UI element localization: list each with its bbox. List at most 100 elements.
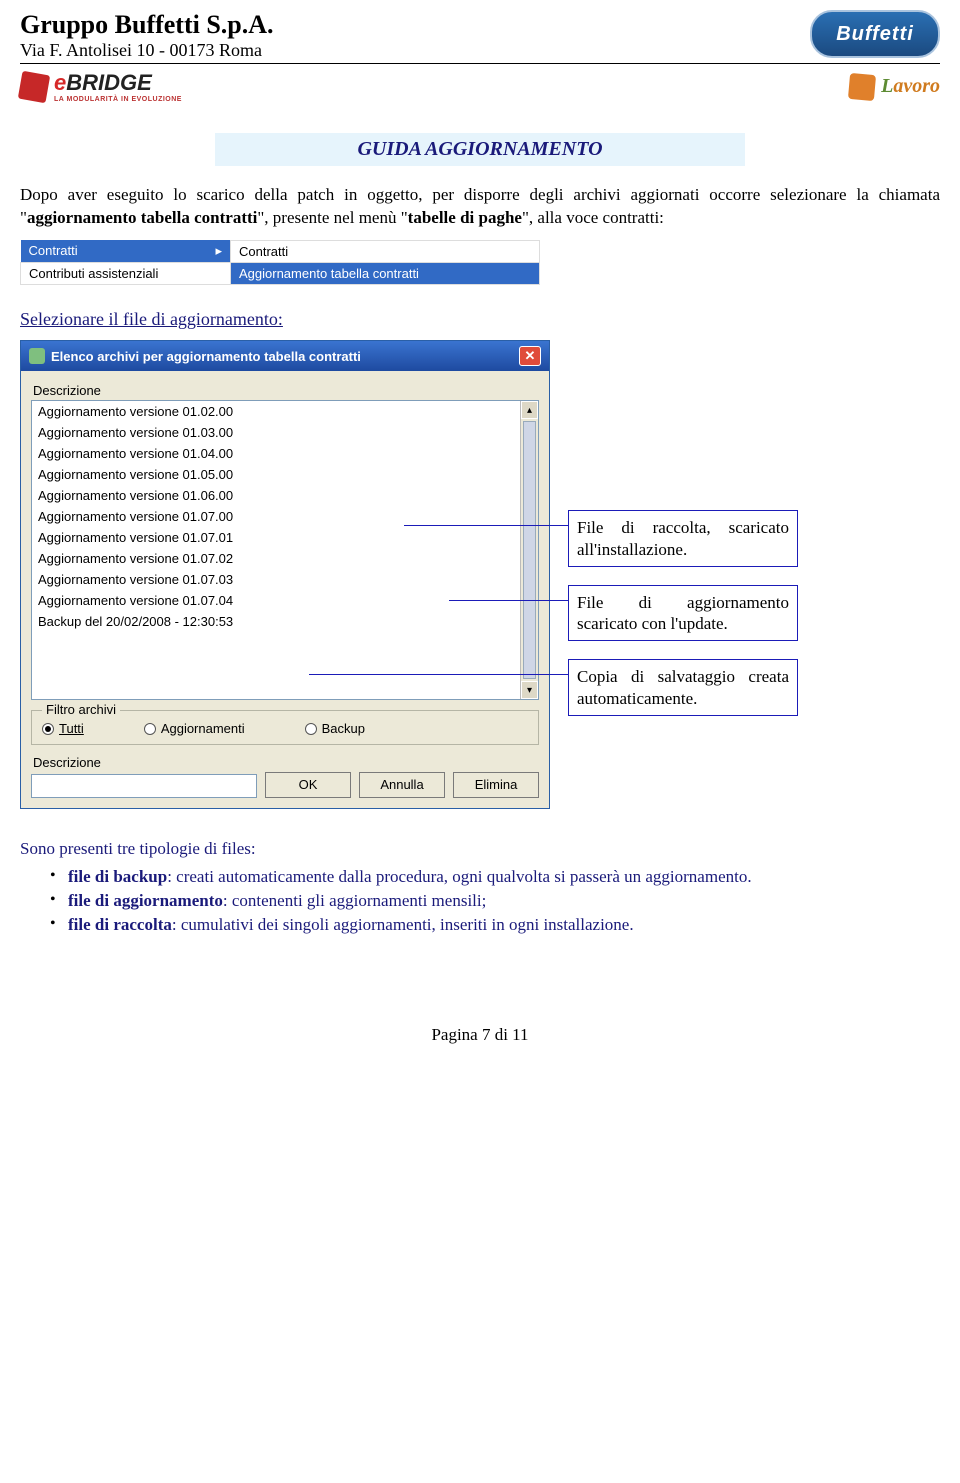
callout-line <box>404 525 569 526</box>
radio-tutti-text: Tutti <box>59 721 84 736</box>
ebridge-bridge: BRIDGE <box>66 70 152 95</box>
callout2-text: File di aggiornamento scaricato con l'up… <box>577 593 789 633</box>
scrollbar[interactable]: ▴ ▾ <box>520 401 538 699</box>
radio-row: Tutti Aggiornamenti Backup <box>42 721 528 736</box>
header-rule <box>20 63 940 64</box>
list-item[interactable]: Aggiornamento versione 01.02.00 <box>32 401 520 422</box>
intro-bold2: tabelle di paghe <box>408 208 522 227</box>
callout-line <box>449 600 569 601</box>
callout-aggiornamento: File di aggiornamento scaricato con l'up… <box>568 585 798 642</box>
descrizione-label: Descrizione <box>33 383 539 398</box>
descrizione-input[interactable] <box>31 774 257 798</box>
group-legend: Filtro archivi <box>42 702 120 717</box>
close-button[interactable]: ✕ <box>519 346 541 366</box>
submenu-arrow-icon: ▸ <box>215 243 222 259</box>
window-and-callouts-row: Elenco archivi per aggiornamento tabella… <box>20 340 940 809</box>
menu-right1-label: Contratti <box>239 244 288 259</box>
list-item[interactable]: Aggiornamento versione 01.05.00 <box>32 464 520 485</box>
lavoro-rest: avoro <box>893 75 940 97</box>
list-item: file di aggiornamento: contenenti gli ag… <box>50 891 940 911</box>
listbox-items: Aggiornamento versione 01.02.00 Aggiorna… <box>32 401 520 699</box>
filtro-archivi-group: Filtro archivi Tutti Aggiornamenti Backu… <box>31 710 539 745</box>
radio-backup-label: Backup <box>322 721 365 736</box>
lavoro-l: L <box>881 75 893 97</box>
ok-button[interactable]: OK <box>265 772 351 798</box>
company-address: Via F. Antolisei 10 - 00173 Roma <box>20 40 274 61</box>
titlebar-left: Elenco archivi per aggiornamento tabella… <box>29 348 361 364</box>
menu-left2-label: Contributi assistenziali <box>29 266 158 281</box>
radio-tutti-label: Tutti <box>59 721 84 736</box>
list-item[interactable]: Aggiornamento versione 01.07.03 <box>32 569 520 590</box>
scroll-thumb[interactable] <box>523 421 536 679</box>
logos-row: eBRIDGE LA MODULARITÀ IN EVOLUZIONE Lavo… <box>20 70 940 103</box>
callout1-text: File di raccolta, scaricato all'installa… <box>577 518 789 558</box>
menu-right-contratti[interactable]: Contratti <box>231 240 540 263</box>
delete-button[interactable]: Elimina <box>453 772 539 798</box>
window-title: Elenco archivi per aggiornamento tabella… <box>51 349 361 364</box>
close-icon: ✕ <box>525 348 536 364</box>
file-types-list: file di backup: creati automaticamente d… <box>20 867 940 935</box>
list-item: file di raccolta: cumulativi dei singoli… <box>50 915 940 935</box>
b2-bold: file di aggiornamento <box>68 891 223 910</box>
intro-mid2: ", alla voce contratti: <box>522 208 664 227</box>
ebridge-logo: eBRIDGE LA MODULARITÀ IN EVOLUZIONE <box>20 70 182 103</box>
menu-right2-label: Aggiornamento tabella contratti <box>239 266 419 281</box>
ebridge-sub: LA MODULARITÀ IN EVOLUZIONE <box>54 96 182 103</box>
intro-paragraph: Dopo aver eseguito lo scarico della patc… <box>20 184 940 230</box>
buffetti-logo: Buffetti <box>810 10 940 58</box>
radio-dot-icon <box>144 723 156 735</box>
list-item[interactable]: Backup del 20/02/2008 - 12:30:53 <box>32 611 520 632</box>
intro-mid1: ", presente nel menù " <box>257 208 407 227</box>
cancel-button-label: Annulla <box>380 777 423 792</box>
callouts-column: File di raccolta, scaricato all'installa… <box>568 510 798 716</box>
buffetti-logo-text: Buffetti <box>836 23 914 46</box>
radio-dot-icon <box>42 723 54 735</box>
list-item[interactable]: Aggiornamento versione 01.07.04 <box>32 590 520 611</box>
ebridge-text: eBRIDGE LA MODULARITÀ IN EVOLUZIONE <box>54 70 182 103</box>
radio-aggiornamenti[interactable]: Aggiornamenti <box>144 721 245 736</box>
radio-aggiornamenti-label: Aggiornamenti <box>161 721 245 736</box>
document-header: Gruppo Buffetti S.p.A. Via F. Antolisei … <box>20 10 940 61</box>
scroll-down-button[interactable]: ▾ <box>521 681 538 699</box>
list-item: file di backup: creati automaticamente d… <box>50 867 940 887</box>
window-inner: Descrizione Aggiornamento versione 01.02… <box>21 371 549 808</box>
cancel-button[interactable]: Annulla <box>359 772 445 798</box>
b3-rest: : cumulativi dei singoli aggiornamenti, … <box>172 915 634 934</box>
menu-screenshot: Contratti ▸ Contratti Contributi assiste… <box>20 240 540 286</box>
b1-bold: file di backup <box>68 867 167 886</box>
menu-left-contributi[interactable]: Contributi assistenziali <box>21 263 231 285</box>
cube-icon <box>18 70 50 102</box>
chevron-down-icon: ▾ <box>527 685 532 696</box>
page-title: GUIDA AGGIORNAMENTO <box>215 133 745 166</box>
window-icon <box>29 348 45 364</box>
section-heading: Selezionare il file di aggiornamento: <box>20 309 940 330</box>
file-listbox[interactable]: Aggiornamento versione 01.02.00 Aggiorna… <box>31 400 539 700</box>
list-item[interactable]: Aggiornamento versione 01.07.01 <box>32 527 520 548</box>
list-item[interactable]: Aggiornamento versione 01.07.02 <box>32 548 520 569</box>
menu-right-aggiornamento[interactable]: Aggiornamento tabella contratti <box>231 263 540 285</box>
radio-dot-icon <box>305 723 317 735</box>
lavoro-logo: Lavoro <box>849 74 940 100</box>
list-item[interactable]: Aggiornamento versione 01.03.00 <box>32 422 520 443</box>
scroll-up-button[interactable]: ▴ <box>521 401 538 419</box>
descrizione2-label: Descrizione <box>33 755 539 770</box>
callout-salvataggio: Copia di salvataggio creata automaticame… <box>568 659 798 716</box>
lavoro-text: Lavoro <box>881 75 940 98</box>
delete-button-label: Elimina <box>475 777 518 792</box>
list-item[interactable]: Aggiornamento versione 01.06.00 <box>32 485 520 506</box>
b2-rest: : contenenti gli aggiornamenti mensili; <box>223 891 486 910</box>
menu-left-contratti[interactable]: Contratti ▸ <box>21 240 231 263</box>
list-item[interactable]: Aggiornamento versione 01.07.00 <box>32 506 520 527</box>
callout3-text: Copia di salvataggio creata automaticame… <box>577 667 789 707</box>
callout-raccolta: File di raccolta, scaricato all'installa… <box>568 510 798 567</box>
radio-tutti[interactable]: Tutti <box>42 721 84 736</box>
menu-left1-label: Contratti <box>29 243 78 258</box>
list-item[interactable]: Aggiornamento versione 01.04.00 <box>32 443 520 464</box>
after-intro: Sono presenti tre tipologie di files: <box>20 839 940 859</box>
ok-button-label: OK <box>299 777 318 792</box>
radio-backup[interactable]: Backup <box>305 721 365 736</box>
ebridge-e: e <box>54 70 66 95</box>
intro-bold1: aggiornamento tabella contratti <box>27 208 257 227</box>
company-block: Gruppo Buffetti S.p.A. Via F. Antolisei … <box>20 10 274 61</box>
titlebar[interactable]: Elenco archivi per aggiornamento tabella… <box>21 341 549 371</box>
